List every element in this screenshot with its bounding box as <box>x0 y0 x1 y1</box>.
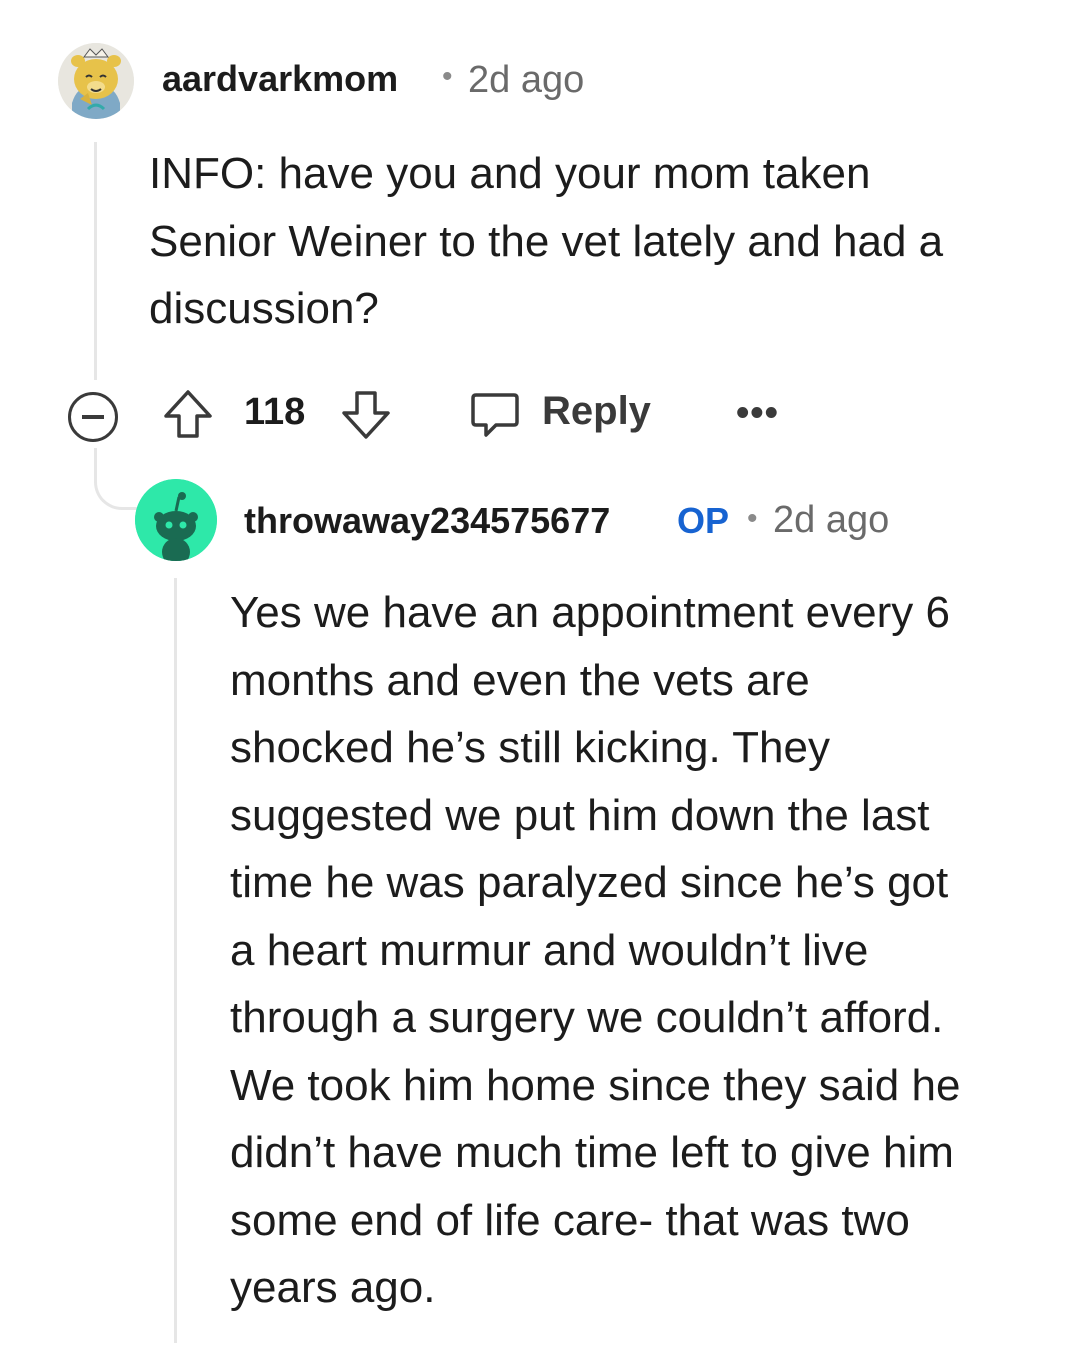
comment-body: INFO: have you and your mom taken Senior… <box>149 149 944 333</box>
reply-label: Reply <box>542 389 651 433</box>
comment-header: aardvarkmom <box>162 58 398 100</box>
timestamp[interactable]: 2d ago <box>773 499 889 542</box>
separator-dot: • <box>747 502 758 535</box>
reply-body: Yes we have an appointment every 6 month… <box>230 588 961 1312</box>
thread-line[interactable] <box>174 578 177 1343</box>
reddit-snoo-avatar-icon <box>135 479 217 561</box>
vote-count: 118 <box>244 391 306 433</box>
op-badge: OP <box>677 500 730 541</box>
thread-connector <box>94 448 140 510</box>
cartoon-bear-avatar-icon <box>58 43 134 119</box>
reply-button[interactable]: Reply <box>466 385 656 441</box>
downvote-button[interactable] <box>340 389 392 441</box>
upvote-arrow-icon <box>164 390 212 438</box>
upvote-button[interactable] <box>162 388 214 440</box>
avatar[interactable] <box>135 479 217 561</box>
downvote-arrow-icon <box>342 391 390 439</box>
comment-bubble-icon <box>471 393 519 437</box>
username[interactable]: throwaway234575677 <box>244 500 610 542</box>
collapse-thread-button[interactable] <box>68 392 118 442</box>
separator-dot: • <box>442 60 453 93</box>
more-options-button[interactable]: ••• <box>736 392 779 435</box>
thread-line <box>94 142 97 380</box>
avatar[interactable] <box>58 43 134 119</box>
timestamp[interactable]: 2d ago <box>468 59 584 102</box>
username[interactable]: aardvarkmom <box>162 58 398 99</box>
